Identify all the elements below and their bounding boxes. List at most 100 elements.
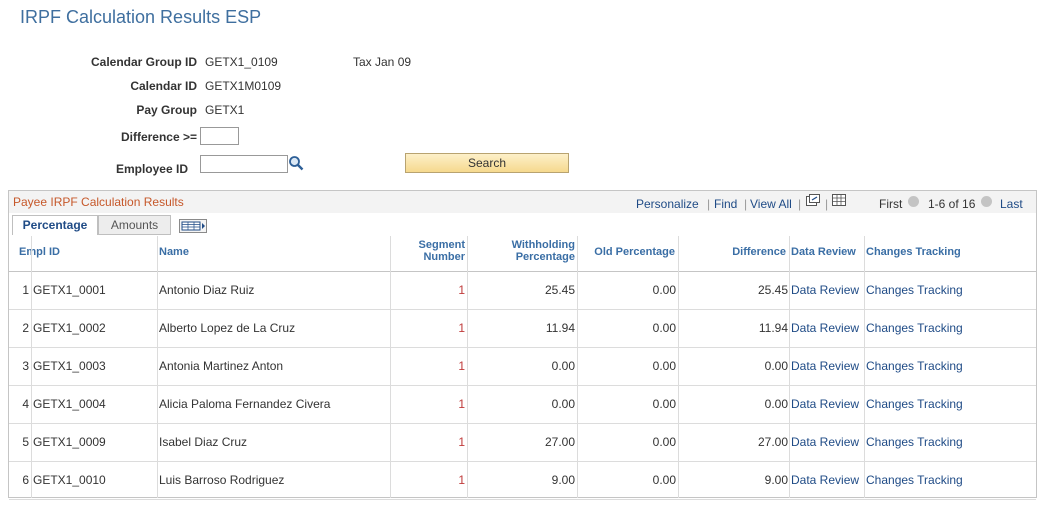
col-difference[interactable]: Difference	[689, 246, 786, 258]
find-link[interactable]: Find	[714, 197, 737, 211]
download-grid-icon[interactable]	[832, 194, 846, 206]
cell-empl-id: GETX1_0002	[33, 321, 106, 335]
row-number: 1	[22, 283, 29, 297]
data-review-link[interactable]: Data Review	[791, 473, 859, 487]
next-icon[interactable]	[981, 196, 992, 207]
cell-withholding-percentage: 9.00	[551, 473, 575, 487]
data-review-link[interactable]: Data Review	[791, 359, 859, 373]
first-label[interactable]: First	[879, 197, 902, 211]
table-row: 2 GETX1_0002 Alberto Lopez de La Cruz 1 11.9…	[9, 309, 1036, 348]
calendar-id-label: Calendar ID	[130, 79, 197, 93]
tab-percentage[interactable]: Percentage	[12, 215, 98, 235]
employee-id-input[interactable]	[200, 155, 288, 173]
col-data-review[interactable]: Data Review	[791, 246, 856, 258]
cell-empl-id: GETX1_0004	[33, 397, 106, 411]
results-grid: Payee IRPF Calculation Results Personali…	[8, 190, 1037, 500]
table-row: 3 GETX1_0003 Antonia Martinez Anton 1 0.00 0.…	[9, 347, 1036, 386]
separator: |	[744, 197, 748, 211]
last-link[interactable]: Last	[1000, 197, 1023, 211]
cell-segment-number: 1	[458, 473, 465, 487]
cell-empl-id: GETX1_0009	[33, 435, 106, 449]
grid-header: Payee IRPF Calculation Results Personali…	[9, 191, 1036, 213]
row-number: 3	[22, 359, 29, 373]
table-row: 1 GETX1_0001 Antonio Diaz Ruiz 1 25.45 0.00 25…	[9, 271, 1036, 310]
cell-old-percentage: 0.00	[652, 435, 676, 449]
row-number: 2	[22, 321, 29, 335]
col-old-percentage[interactable]: Old Percentage	[575, 246, 675, 258]
cell-old-percentage: 0.00	[652, 397, 676, 411]
col-withholding-line1: Withholding	[511, 239, 575, 251]
separator: |	[707, 197, 711, 211]
separator: |	[798, 197, 802, 211]
cell-withholding-percentage: 25.45	[544, 283, 575, 297]
table-row: 5 GETX1_0009 Isabel Diaz Cruz 1 27.00 0.00 27.…	[9, 423, 1036, 462]
col-empl-id[interactable]: Empl ID	[19, 246, 60, 258]
col-changes-tracking[interactable]: Changes Tracking	[866, 246, 961, 258]
changes-tracking-link[interactable]: Changes Tracking	[866, 435, 963, 449]
page-title: IRPF Calculation Results ESP	[20, 7, 262, 27]
difference-input[interactable]	[200, 127, 239, 145]
col-withholding-percentage[interactable]: Withholding Percentage	[469, 239, 575, 263]
col-segment-line2: Number	[423, 251, 465, 263]
data-review-link[interactable]: Data Review	[791, 321, 859, 335]
employee-id-label: Employee ID	[115, 162, 188, 176]
cell-difference: 25.45	[757, 283, 788, 297]
cell-name: Antonio Diaz Ruiz	[159, 283, 255, 297]
cell-segment-number: 1	[458, 321, 465, 335]
changes-tracking-link[interactable]: Changes Tracking	[866, 283, 963, 297]
col-name[interactable]: Name	[159, 246, 189, 258]
lookup-icon[interactable]	[288, 155, 304, 171]
grid-title: Payee IRPF Calculation Results	[13, 195, 184, 209]
cell-empl-id: GETX1_0010	[33, 473, 106, 487]
data-review-link[interactable]: Data Review	[791, 435, 859, 449]
difference-label: Difference >=	[120, 130, 197, 144]
changes-tracking-link[interactable]: Changes Tracking	[866, 397, 963, 411]
changes-tracking-link[interactable]: Changes Tracking	[866, 473, 963, 487]
cell-difference: 0.00	[764, 359, 788, 373]
data-review-link[interactable]: Data Review	[791, 397, 859, 411]
cell-segment-number: 1	[458, 397, 465, 411]
calendar-group-label: Calendar Group ID	[90, 55, 197, 69]
cell-difference: 27.00	[757, 435, 788, 449]
col-segment-number[interactable]: Segment Number	[399, 239, 465, 263]
cell-old-percentage: 0.00	[652, 473, 676, 487]
tab-amounts[interactable]: Amounts	[98, 215, 171, 235]
data-review-link[interactable]: Data Review	[791, 283, 859, 297]
col-withholding-line2: Percentage	[515, 251, 575, 263]
cell-empl-id: GETX1_0003	[33, 359, 106, 373]
changes-tracking-link[interactable]: Changes Tracking	[866, 321, 963, 335]
cell-segment-number: 1	[458, 283, 465, 297]
row-number: 5	[22, 435, 29, 449]
cell-old-percentage: 0.00	[652, 359, 676, 373]
cell-withholding-percentage: 27.00	[544, 435, 575, 449]
calendar-group-value: GETX1_0109	[205, 55, 278, 69]
row-number: 6	[22, 473, 29, 487]
calendar-group-desc: Tax Jan 09	[353, 55, 412, 69]
cell-difference: 9.00	[764, 473, 788, 487]
cell-withholding-percentage: 0.00	[551, 397, 575, 411]
table-row: 4 GETX1_0004 Alicia Paloma Fernandez Civer…	[9, 385, 1036, 424]
col-segment-line1: Segment	[418, 239, 465, 251]
cell-withholding-percentage: 11.94	[545, 321, 575, 335]
table-row: 6 GETX1_0010 Luis Barroso Rodriguez 1 9.00 0.…	[9, 461, 1036, 500]
search-button[interactable]: Search	[405, 153, 569, 173]
show-all-columns-icon[interactable]	[179, 219, 207, 233]
personalize-link[interactable]: Personalize	[636, 197, 699, 211]
changes-tracking-link[interactable]: Changes Tracking	[866, 359, 963, 373]
row-range: 1-6 of 16	[928, 197, 976, 211]
cell-name: Isabel Diaz Cruz	[159, 435, 248, 449]
previous-icon[interactable]	[908, 196, 919, 207]
pay-group-label: Pay Group	[136, 103, 197, 117]
cell-name: Antonia Martinez Anton	[159, 359, 284, 373]
row-number: 4	[22, 397, 29, 411]
view-all-link[interactable]: View All	[750, 197, 792, 211]
cell-old-percentage: 0.00	[652, 321, 676, 335]
cell-name: Alberto Lopez de La Cruz	[159, 321, 296, 335]
cell-old-percentage: 0.00	[652, 283, 676, 297]
cell-difference: 11.94	[758, 321, 788, 335]
cell-name: Alicia Paloma Fernandez Civera	[159, 397, 331, 411]
cell-segment-number: 1	[458, 359, 465, 373]
cell-difference: 0.00	[764, 397, 788, 411]
new-window-icon[interactable]	[806, 194, 820, 206]
cell-withholding-percentage: 0.00	[551, 359, 575, 373]
